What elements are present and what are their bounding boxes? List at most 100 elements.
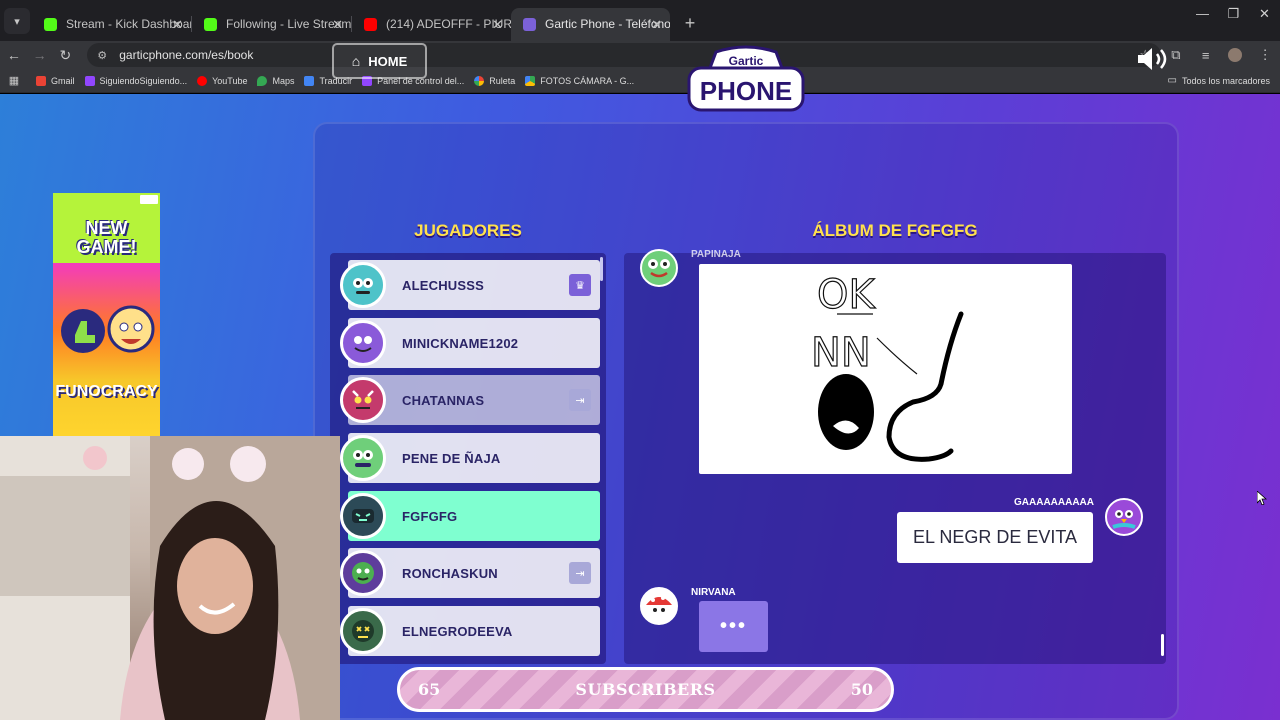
- player-avatar: [340, 320, 386, 366]
- ad-characters-illustration: [61, 305, 155, 353]
- tab-gartic-phone[interactable]: Gartic Phone - Teléfono Descompuesto ✕: [511, 8, 670, 41]
- player-row: MINICKNAME1202: [340, 318, 600, 368]
- drive-icon: [525, 75, 536, 86]
- bookmark-label: Gmail: [51, 75, 75, 86]
- player-name: ELNEGRODEEVA: [402, 623, 513, 639]
- window-controls: — ❐ ✕: [1187, 0, 1280, 30]
- bookmark-fotos[interactable]: FOTOS CÁMARA - G...: [525, 75, 635, 86]
- player-avatar: [340, 550, 386, 596]
- exit-icon: ⇥: [569, 389, 591, 411]
- guesser-avatar: [1105, 498, 1143, 536]
- player-avatar: [340, 377, 386, 423]
- album-scrollbar[interactable]: [1161, 634, 1164, 656]
- streamer-video: [0, 436, 340, 720]
- kick-icon: [44, 18, 57, 31]
- forward-icon[interactable]: →: [28, 47, 52, 63]
- subscribers-label: SUBSCRIBERS: [575, 680, 716, 699]
- apps-icon[interactable]: ▦: [2, 74, 26, 87]
- player-name: FGFGFG: [402, 508, 458, 524]
- tab-search-button[interactable]: ▾: [4, 8, 30, 34]
- player-avatar: [340, 262, 386, 308]
- webcam-overlay: [0, 436, 340, 720]
- bookmark-gmail[interactable]: Gmail: [36, 75, 75, 86]
- drawing-canvas: OK NN: [699, 264, 1072, 474]
- tab-kick-following[interactable]: Following - Live Streams on Kick ✕: [192, 8, 351, 41]
- bookmark-youtube[interactable]: YouTube: [197, 75, 248, 86]
- all-bookmarks-label: Todos los marcadores: [1181, 75, 1270, 86]
- minimize-button[interactable]: —: [1187, 0, 1218, 30]
- player-name: PENE DE ÑAJA: [402, 450, 501, 466]
- player-row: RONCHASKUN ⇥: [340, 548, 600, 598]
- media-controls-icon[interactable]: ≡: [1191, 48, 1221, 63]
- tab-youtube[interactable]: (214) ADEOFFF - PIURANO 27 | ✕: [352, 8, 511, 41]
- guesser-name: GAAAAAAAAAA: [1014, 497, 1094, 508]
- mouse-cursor-icon: [1257, 491, 1267, 505]
- url-text: garticphone.com/es/book: [119, 48, 254, 62]
- new-tab-button[interactable]: +: [678, 13, 702, 34]
- drawer-name: PAPINAJA: [691, 249, 741, 260]
- tab-kick-dashboard[interactable]: Stream - Kick Dashboard ✕: [32, 8, 191, 41]
- all-bookmarks[interactable]: ▭ Todos los marcadores: [1168, 75, 1271, 86]
- player-name: CHATANNAS: [402, 392, 485, 408]
- home-button[interactable]: ⌂ HOME: [332, 43, 427, 79]
- subscribers-goal: 50: [850, 680, 873, 699]
- address-bar[interactable]: ⚙ garticphone.com/es/book ☆: [87, 43, 1162, 67]
- bookmark-maps[interactable]: Maps: [257, 75, 294, 86]
- reload-icon[interactable]: ↻: [54, 47, 78, 64]
- ad-info-icon[interactable]: [140, 195, 158, 204]
- player-name: MINICKNAME1202: [402, 335, 519, 351]
- player-row: PENE DE ÑAJA: [340, 433, 600, 483]
- speaker-icon[interactable]: [1136, 46, 1170, 72]
- youtube-icon: [197, 75, 208, 86]
- drawing-text-ok: OK: [817, 272, 876, 318]
- player-avatar: [340, 608, 386, 654]
- logo-top-text: Gartic: [729, 54, 764, 68]
- close-tab-icon[interactable]: ✕: [492, 8, 503, 41]
- player-row: ELNEGRODEEVA: [340, 606, 600, 656]
- bookmark-label: Ruleta: [489, 75, 516, 86]
- bookmark-label: SiguiendoSiguiendo...: [99, 75, 188, 86]
- bookmark-label: FOTOS CÁMARA - G...: [540, 75, 635, 86]
- restore-button[interactable]: ❐: [1218, 0, 1249, 30]
- next-player-avatar: [640, 587, 678, 625]
- ad-headline: NEW GAME!: [53, 219, 160, 257]
- site-info-icon[interactable]: ⚙: [97, 49, 111, 62]
- logo-bottom-text: PHONE: [700, 76, 792, 106]
- close-tab-icon[interactable]: ✕: [332, 8, 343, 41]
- bookmark-label: YouTube: [212, 75, 248, 86]
- gartic-icon: [523, 18, 536, 31]
- players-scrollbar[interactable]: [600, 257, 603, 281]
- subscribers-current: 65: [418, 680, 441, 699]
- bookmark-siguiendo[interactable]: SiguiendoSiguiendo...: [84, 75, 188, 86]
- drawing-strokes: OK NN: [810, 271, 964, 462]
- gartic-phone-logo: Gartic PHONE: [687, 45, 805, 112]
- folder-icon: ▭: [1167, 75, 1177, 86]
- profile-avatar[interactable]: [1228, 48, 1243, 62]
- kick-icon: [204, 18, 217, 31]
- player-avatar: [340, 435, 386, 481]
- advertisement[interactable]: NEW GAME! FUNOCRACY: [53, 193, 160, 443]
- typing-indicator: •••: [699, 601, 768, 652]
- translate-icon: [304, 75, 315, 86]
- exit-icon: ⇥: [569, 562, 591, 584]
- player-name: RONCHASKUN: [402, 565, 498, 581]
- player-row-current: FGFGFG: [340, 491, 600, 541]
- twitch-icon: [84, 75, 95, 86]
- menu-icon[interactable]: ⋮: [1250, 47, 1280, 63]
- subscribers-goal-bar: 65 SUBSCRIBERS 50: [397, 667, 894, 712]
- close-tab-icon[interactable]: ✕: [651, 8, 662, 41]
- close-window-button[interactable]: ✕: [1249, 0, 1280, 30]
- home-label: HOME: [368, 53, 408, 69]
- next-player-name: NIRVANA: [691, 587, 736, 598]
- player-avatar: [340, 493, 386, 539]
- home-icon: ⌂: [351, 53, 361, 69]
- close-tab-icon[interactable]: ✕: [172, 8, 183, 41]
- ad-brand: FUNOCRACY: [55, 383, 158, 400]
- gmail-icon: [36, 75, 46, 86]
- players-list[interactable]: ALECHUSSS ♛ MINICKNAME1202 CHATANNAS ⇥ P…: [330, 253, 606, 664]
- player-row: ALECHUSSS ♛: [340, 260, 600, 310]
- ad-headline-line2: GAME!: [76, 237, 137, 257]
- ad-headline-line1: NEW: [85, 218, 128, 238]
- bookmark-ruleta[interactable]: Ruleta: [474, 75, 516, 86]
- back-icon[interactable]: ←: [2, 47, 26, 63]
